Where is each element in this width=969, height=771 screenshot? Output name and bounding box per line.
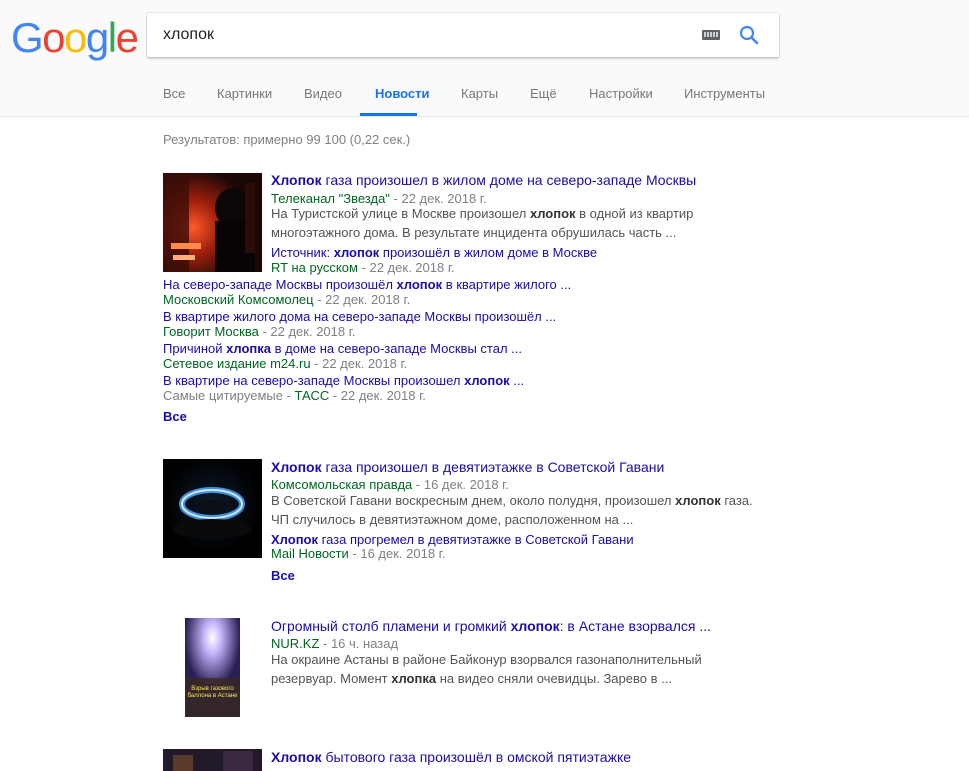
search-tabs: Все Картинки Видео Новости Карты Ещё Нас… (0, 75, 969, 116)
tab-images[interactable]: Картинки (217, 86, 272, 101)
result-source: NUR.KZ - 16 ч. назад (271, 636, 399, 651)
result-title-link[interactable]: Хлопок бытового газа произошёл в омской … (271, 749, 631, 765)
related-story-link[interactable]: Хлопок газа прогремел в девятиэтажке в С… (271, 532, 634, 547)
google-logo[interactable]: Google (11, 14, 139, 62)
related-story-link[interactable]: На северо-западе Москвы произошёл хлопок… (163, 277, 571, 292)
result-snippet: В Советской Гавани воскресным днем, окол… (271, 493, 753, 508)
thumbnail-caption: Взрыв газового баллона в Астане (187, 686, 238, 699)
result-thumbnail[interactable]: Взрыв газового баллона в Астане (185, 618, 240, 717)
tab-more[interactable]: Ещё (530, 86, 557, 101)
logo-letter: l (107, 14, 117, 61)
tab-video[interactable]: Видео (304, 86, 342, 101)
result-snippet: На Туристской улице в Москве произошел х… (271, 206, 694, 221)
result-thumbnail[interactable] (163, 749, 262, 771)
logo-letter: g (85, 14, 109, 61)
gas-burner-image (163, 459, 262, 558)
tab-all[interactable]: Все (163, 86, 185, 101)
result-thumbnail[interactable] (163, 173, 262, 272)
related-story-source: Говорит Москва - 22 дек. 2018 г. (163, 324, 356, 339)
result-snippet: многоэтажного дома. В результате инциден… (271, 225, 677, 240)
result-title-link[interactable]: Хлопок газа произошел в девятиэтажке в С… (271, 459, 664, 475)
result-stats: Результатов: примерно 99 100 (0,22 сек.) (163, 132, 411, 147)
active-tab-indicator (360, 113, 417, 116)
related-story-source: Mail Новости - 16 дек. 2018 г. (271, 546, 446, 561)
result-title-link[interactable]: Хлопок газа произошел в жилом доме на се… (271, 172, 696, 188)
fire-scene-image (163, 173, 262, 272)
related-story-source: Московский Комсомолец - 22 дек. 2018 г. (163, 292, 411, 307)
explosion-image (185, 618, 240, 717)
news-image (163, 749, 262, 771)
logo-letter: o (42, 14, 65, 61)
header: Google Все Картинки Видео Новости Карты … (0, 0, 969, 117)
search-box (147, 13, 779, 57)
search-input[interactable] (163, 24, 683, 46)
result-source: Комсомольская правда - 16 дек. 2018 г. (271, 477, 509, 492)
result-snippet: резервуар. Момент хлопка на видео сняли … (271, 671, 672, 686)
all-coverage-link[interactable]: Все (163, 409, 187, 424)
search-button[interactable] (737, 23, 761, 47)
result-title-link[interactable]: Огромный столб пламени и громкий хлопок:… (271, 618, 711, 634)
result-thumbnail[interactable] (163, 459, 262, 558)
tab-news[interactable]: Новости (375, 86, 430, 101)
related-story-link[interactable]: Причиной хлопка в доме на северо-западе … (163, 341, 522, 356)
logo-letter: o (64, 14, 87, 61)
related-story-source: RT на русском - 22 дек. 2018 г. (271, 260, 455, 275)
all-coverage-link[interactable]: Все (271, 568, 295, 583)
related-story-source: Сетевое издание m24.ru - 22 дек. 2018 г. (163, 356, 408, 371)
logo-letter: G (11, 14, 44, 61)
result-snippet: ЧП случилось в девятиэтажном доме, распо… (271, 512, 634, 527)
tab-tools[interactable]: Инструменты (684, 86, 765, 101)
related-story-link[interactable]: Источник: хлопок произошёл в жилом доме … (271, 245, 597, 260)
logo-letter: e (115, 14, 139, 61)
tab-settings[interactable]: Настройки (589, 86, 653, 101)
keyboard-icon[interactable] (702, 30, 720, 40)
result-snippet: На окраине Астаны в районе Байконур взор… (271, 652, 702, 667)
tab-maps[interactable]: Карты (461, 86, 498, 101)
related-story-link[interactable]: В квартире на северо-западе Москвы произ… (163, 373, 524, 388)
related-story-link[interactable]: В квартире жилого дома на северо-западе … (163, 309, 556, 324)
search-icon (739, 25, 759, 45)
related-story-source: Самые цитируемые - ТАСС - 22 дек. 2018 г… (163, 388, 426, 403)
